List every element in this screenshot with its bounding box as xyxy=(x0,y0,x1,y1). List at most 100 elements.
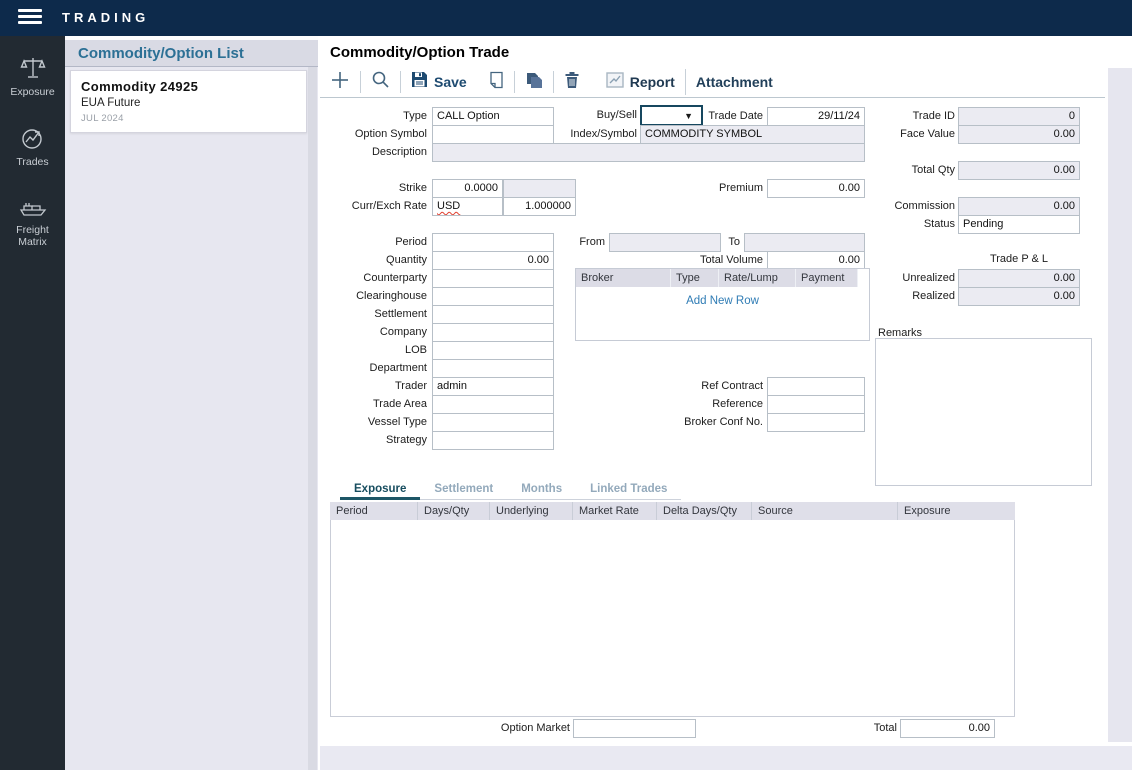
rate-lump-col-header: Rate/Lump xyxy=(719,269,796,287)
ship-icon xyxy=(0,194,65,220)
quantity-label: Quantity xyxy=(327,251,427,270)
type-col-header: Type xyxy=(671,269,719,287)
vessel-type-label: Vessel Type xyxy=(327,413,427,432)
option-market-field[interactable] xyxy=(573,719,696,738)
app-title: TRADING xyxy=(62,10,149,25)
commodity-option-list-panel: Commodity/Option List Commodity 24925 EU… xyxy=(65,36,318,770)
settlement-field[interactable] xyxy=(432,305,554,324)
sidebar-item-trades[interactable]: Trades xyxy=(0,124,65,168)
commodity-list-item[interactable]: Commodity 24925 EUA Future JUL 2024 xyxy=(70,70,307,133)
ref-contract-label: Ref Contract xyxy=(660,377,763,396)
tab-exposure[interactable]: Exposure xyxy=(340,480,420,500)
exposure-col-header: Exposure xyxy=(898,502,1015,520)
quantity-field[interactable]: 0.00 xyxy=(432,251,554,270)
lob-field[interactable] xyxy=(432,341,554,360)
lob-label: LOB xyxy=(327,341,427,360)
option-symbol-field[interactable] xyxy=(432,125,554,144)
realized-field: 0.00 xyxy=(958,287,1080,306)
sidebar: Exposure Trades FreightMatrix xyxy=(0,36,65,770)
company-field[interactable] xyxy=(432,323,554,342)
clearinghouse-field[interactable] xyxy=(432,287,554,306)
report-label: Report xyxy=(630,74,675,90)
tab-settlement[interactable]: Settlement xyxy=(420,480,507,500)
face-value-field: 0.00 xyxy=(958,125,1080,144)
add-new-row-link[interactable]: Add New Row xyxy=(576,295,869,307)
trade-area-label: Trade Area xyxy=(327,395,427,414)
premium-field[interactable]: 0.00 xyxy=(767,179,865,198)
total-qty-field: 0.00 xyxy=(958,161,1080,180)
broker-conf-no-field[interactable] xyxy=(767,413,865,432)
total-qty-label: Total Qty xyxy=(855,161,955,180)
trade-id-field: 0 xyxy=(958,107,1080,126)
counterparty-field[interactable] xyxy=(432,269,554,288)
remarks-textarea[interactable] xyxy=(875,338,1092,486)
attachment-label: Attachment xyxy=(696,74,773,90)
search-button[interactable] xyxy=(371,70,390,94)
reference-field[interactable] xyxy=(767,395,865,414)
sidebar-item-freight-matrix[interactable]: FreightMatrix xyxy=(0,194,65,248)
tab-linked-trades[interactable]: Linked Trades xyxy=(576,480,681,500)
currency-field[interactable]: USD xyxy=(432,197,503,216)
trader-field[interactable]: admin xyxy=(432,377,554,396)
description-field[interactable] xyxy=(432,143,865,162)
add-button[interactable] xyxy=(330,70,350,95)
status-field[interactable]: Pending xyxy=(958,215,1080,234)
tab-bar: Exposure Settlement Months Linked Trades xyxy=(340,480,681,500)
trade-id-label: Trade ID xyxy=(855,107,955,126)
option-market-label: Option Market xyxy=(470,719,570,738)
broker-table: Broker Type Rate/Lump Payment Add New Ro… xyxy=(575,268,870,341)
status-label: Status xyxy=(855,215,955,234)
strategy-field[interactable] xyxy=(432,431,554,450)
trade-date-label: Trade Date xyxy=(670,107,763,126)
ref-contract-field[interactable] xyxy=(767,377,865,396)
tab-months[interactable]: Months xyxy=(507,480,576,500)
toolbar: Save xyxy=(330,68,773,96)
commodity-period: JUL 2024 xyxy=(81,113,296,124)
commodity-subtitle: EUA Future xyxy=(81,97,296,109)
description-label: Description xyxy=(327,143,427,162)
scale-icon xyxy=(0,54,65,82)
search-icon xyxy=(371,70,390,94)
trade-date-field[interactable]: 29/11/24 xyxy=(767,107,865,126)
strike-field[interactable]: 0.0000 xyxy=(432,179,503,198)
commission-field: 0.00 xyxy=(958,197,1080,216)
reference-label: Reference xyxy=(660,395,763,414)
type-field[interactable]: CALL Option xyxy=(432,107,554,126)
attachment-button[interactable]: Attachment xyxy=(696,74,773,90)
copy-button[interactable] xyxy=(525,71,543,94)
save-button[interactable]: Save xyxy=(411,71,467,93)
report-button[interactable]: Report xyxy=(606,72,675,93)
toolbar-divider xyxy=(685,69,686,95)
new-document-button[interactable] xyxy=(489,71,504,94)
hamburger-menu-icon[interactable] xyxy=(18,9,42,27)
exposure-table-body[interactable] xyxy=(330,520,1015,717)
toolbar-divider xyxy=(360,71,361,93)
commission-label: Commission xyxy=(855,197,955,216)
vessel-type-field[interactable] xyxy=(432,413,554,432)
save-icon xyxy=(411,71,428,93)
exch-rate-field[interactable]: 1.000000 xyxy=(503,197,576,216)
index-symbol-field: COMMODITY SYMBOL xyxy=(640,125,865,144)
sidebar-item-label: Exposure xyxy=(0,86,65,98)
vertical-scrollbar[interactable] xyxy=(1108,68,1132,742)
department-field[interactable] xyxy=(432,359,554,378)
list-scrollbar[interactable] xyxy=(308,67,317,770)
report-chart-icon xyxy=(606,72,624,93)
option-symbol-label: Option Symbol xyxy=(327,125,427,144)
document-icon xyxy=(489,71,504,94)
counterparty-label: Counterparty xyxy=(327,269,427,288)
unrealized-field: 0.00 xyxy=(958,269,1080,288)
face-value-label: Face Value xyxy=(855,125,955,144)
to-field xyxy=(744,233,865,252)
delete-button[interactable] xyxy=(564,71,580,94)
sidebar-item-exposure[interactable]: Exposure xyxy=(0,54,65,98)
trading-app: TRADING Exposure Trades xyxy=(0,0,1132,770)
horizontal-scrollbar[interactable] xyxy=(320,746,1132,770)
list-panel-title: Commodity/Option List xyxy=(65,40,318,67)
exposure-table-header: Period Days/Qty Underlying Market Rate D… xyxy=(330,502,1015,520)
strike-extra-field xyxy=(503,179,576,198)
trade-area-field[interactable] xyxy=(432,395,554,414)
to-label: To xyxy=(692,233,740,252)
company-label: Company xyxy=(327,323,427,342)
toolbar-separator xyxy=(320,97,1105,98)
